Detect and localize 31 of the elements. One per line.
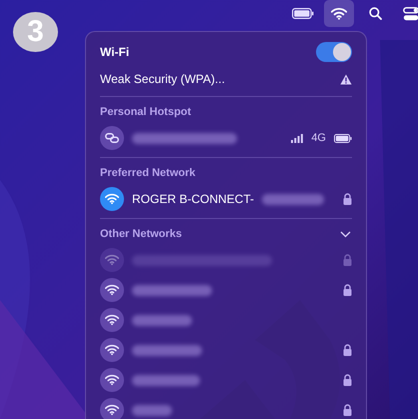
- preferred-network-row[interactable]: ROGER B-CONNECT-: [100, 184, 352, 214]
- toggles-icon: [403, 6, 418, 20]
- network-type-label: 4G: [311, 132, 326, 144]
- section-heading: Personal Hotspot: [100, 106, 192, 118]
- section-heading: Preferred Network: [100, 167, 196, 179]
- wifi-icon: [105, 374, 119, 386]
- wifi-icon: [331, 7, 347, 20]
- wifi-icon: [105, 344, 119, 356]
- network-name: ROGER B-CONNECT-: [132, 192, 254, 206]
- section-heading: Other Networks: [100, 228, 183, 240]
- battery-icon: [292, 8, 314, 19]
- signal-icon: [291, 134, 304, 142]
- wifi-menu-button[interactable]: [324, 0, 354, 27]
- hotspot-row[interactable]: 4G: [100, 123, 352, 153]
- security-warning-text: Weak Security (WPA)...: [100, 72, 226, 86]
- battery-icon: [334, 134, 352, 142]
- search-icon: [368, 7, 382, 20]
- warning-icon: [340, 74, 352, 84]
- wifi-icon: [105, 254, 119, 266]
- wifi-icon: [105, 404, 119, 416]
- wifi-icon: [105, 193, 119, 205]
- blurred-name: [132, 314, 192, 326]
- blurred-name: [132, 344, 202, 356]
- blurred-name: [262, 194, 324, 204]
- wifi-toggle[interactable]: [316, 42, 352, 62]
- blurred-name: [132, 374, 200, 386]
- wifi-icon: [105, 284, 119, 296]
- blurred-name: [132, 404, 172, 416]
- link-icon: [105, 133, 119, 143]
- wifi-icon: [105, 314, 119, 326]
- wifi-title: Wi-Fi: [100, 45, 130, 59]
